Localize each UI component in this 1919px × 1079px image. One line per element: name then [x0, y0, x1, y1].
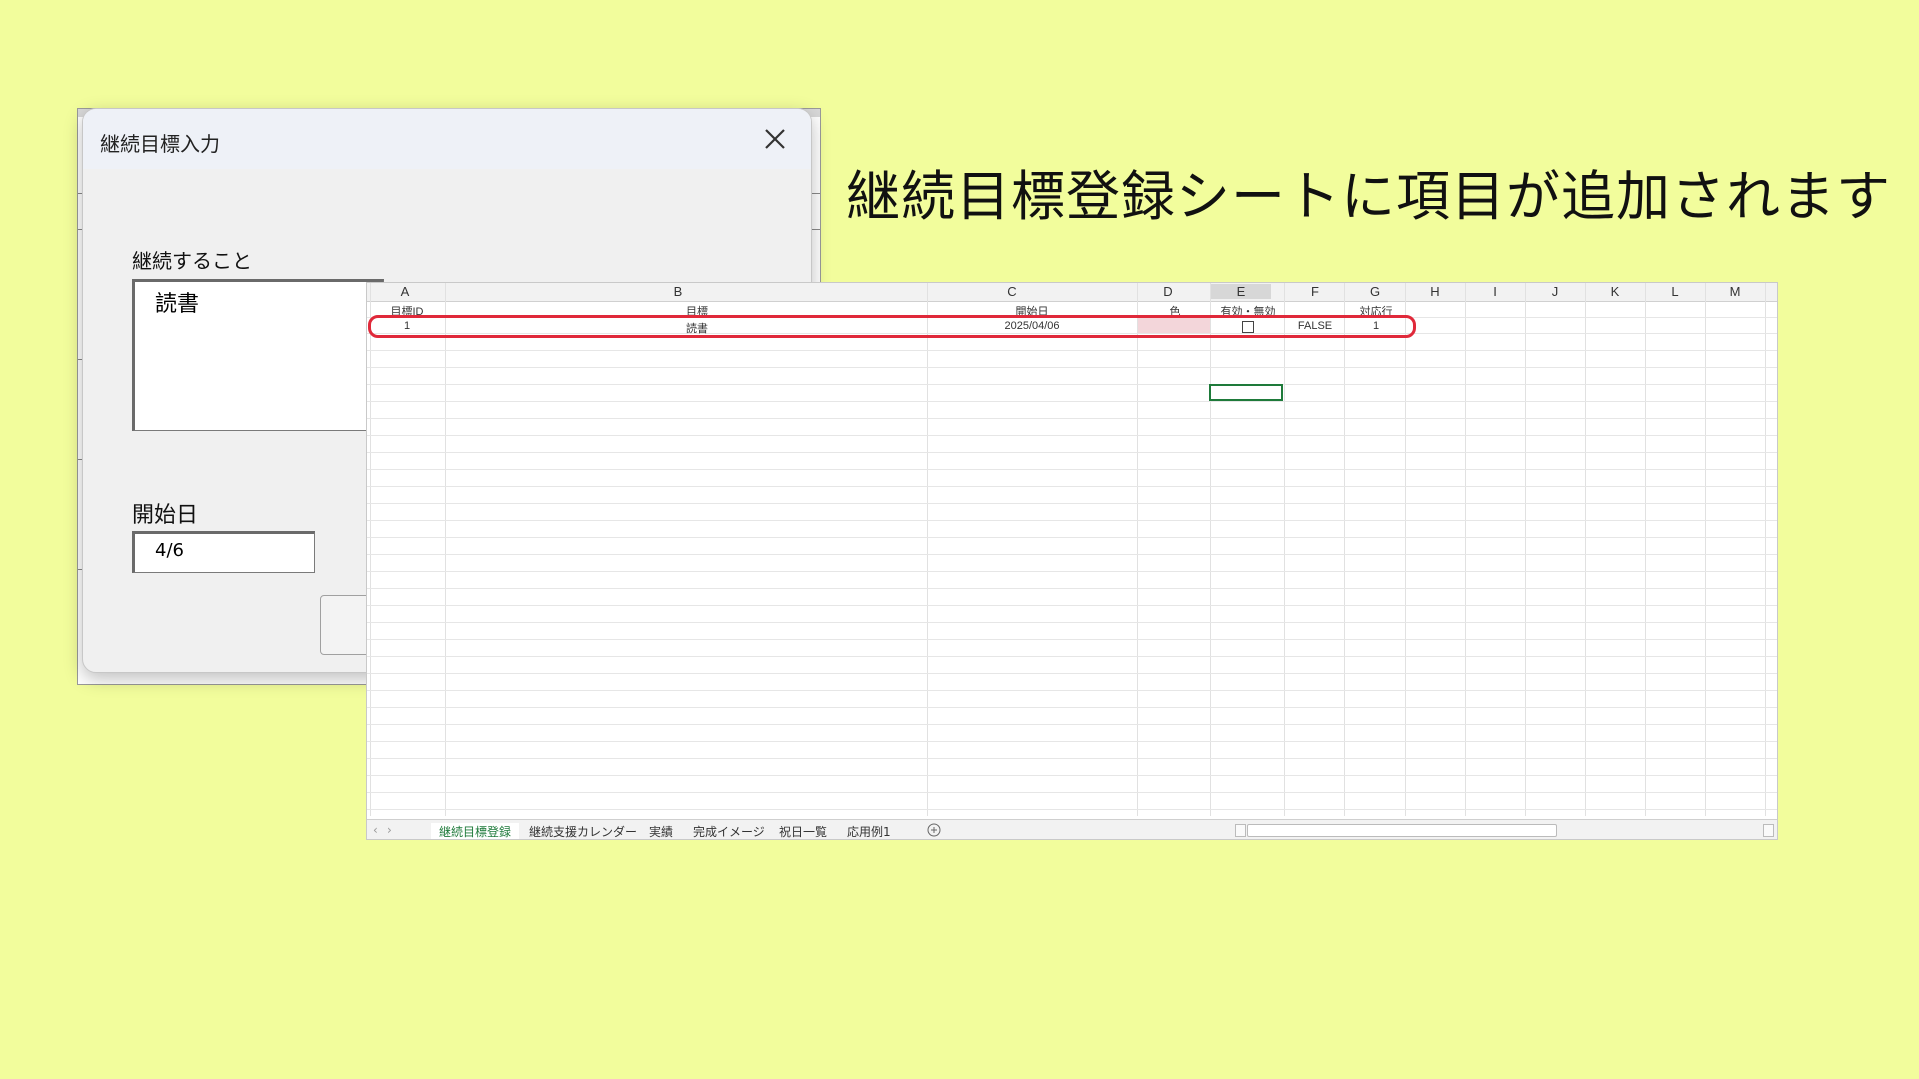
- grid-row-line: [367, 384, 1777, 385]
- spreadsheet-window: A B C D E F G H I J K L M 目標ID 目標 開始日 色 …: [366, 282, 1778, 840]
- hscroll-right-button[interactable]: [1763, 824, 1774, 837]
- goal-label: 継続すること: [132, 249, 252, 273]
- grid-row-line: [367, 401, 1777, 402]
- column-header-m[interactable]: M: [1705, 284, 1765, 299]
- goal-textarea[interactable]: 読書: [132, 279, 384, 431]
- tab-goal-registration[interactable]: 継続目標登録: [431, 823, 520, 839]
- grid-row-line: [367, 571, 1777, 572]
- column-header-i[interactable]: I: [1465, 284, 1525, 299]
- caption-text: 継続目標登録シートに項目が追加されます: [846, 165, 1891, 228]
- scroll-right-icon[interactable]: ›: [387, 823, 392, 837]
- grid-column-line: [1465, 283, 1466, 816]
- grid-row-line: [367, 537, 1777, 538]
- grid-column-line: [1645, 283, 1646, 816]
- tab-holiday-list[interactable]: 祝日一覧: [779, 823, 827, 839]
- tab-example-1[interactable]: 応用例1: [847, 823, 891, 839]
- column-header-j[interactable]: J: [1525, 284, 1585, 299]
- grid-row-line: [367, 452, 1777, 453]
- grid-column-line: [1405, 283, 1406, 816]
- grid-column-line: [445, 283, 446, 816]
- grid-row-line: [367, 622, 1777, 623]
- hscroll-left-button[interactable]: [1235, 824, 1246, 837]
- grid-row-line: [367, 350, 1777, 351]
- horizontal-scrollbar-thumb[interactable]: [1247, 824, 1557, 837]
- highlight-outline: [368, 315, 1416, 338]
- grid-row-line: [367, 554, 1777, 555]
- grid-row-line: [367, 639, 1777, 640]
- sheet-tab-bar: ‹ › 継続目標登録 継続支援カレンダー 実績 完成イメージ 祝日一覧 応用例1: [367, 819, 1777, 839]
- column-header-c[interactable]: C: [927, 284, 1097, 299]
- column-header-bar: A B C D E F G H I J K L M: [367, 283, 1777, 302]
- column-header-a[interactable]: A: [387, 284, 423, 299]
- grid-row-line: [367, 486, 1777, 487]
- grid-row-line: [367, 792, 1777, 793]
- start-date-value: 4/6: [155, 540, 184, 561]
- grid-row-line: [367, 741, 1777, 742]
- column-header-h[interactable]: H: [1405, 284, 1465, 299]
- grid-column-line: [1765, 283, 1766, 816]
- grid-row-line: [367, 707, 1777, 708]
- tab-support-calendar[interactable]: 継続支援カレンダー: [529, 823, 637, 839]
- grid-row-line: [367, 775, 1777, 776]
- grid-column-line: [1525, 283, 1526, 816]
- grid-column-line: [1210, 283, 1211, 816]
- grid-row-line: [367, 418, 1777, 419]
- column-header-d[interactable]: D: [1138, 284, 1198, 299]
- grid-column-line: [927, 283, 928, 816]
- close-button[interactable]: [755, 119, 795, 159]
- grid-column-line: [1137, 283, 1138, 816]
- grid-row-line: [367, 605, 1777, 606]
- grid-column-line: [370, 283, 371, 816]
- tab-results[interactable]: 実績: [649, 823, 673, 839]
- column-header-k[interactable]: K: [1585, 284, 1645, 299]
- grid-column-line: [1585, 283, 1586, 816]
- grid-row-line: [367, 588, 1777, 589]
- goal-value: 読書: [155, 292, 200, 317]
- grid-row-line: [367, 656, 1777, 657]
- grid-row-line: [367, 809, 1777, 810]
- grid-row-line: [367, 758, 1777, 759]
- dialog-title: 継続目標入力: [100, 132, 220, 156]
- grid-row-line: [367, 520, 1777, 521]
- column-header-e[interactable]: E: [1211, 284, 1271, 299]
- column-header-f[interactable]: F: [1285, 284, 1345, 299]
- dialog-titlebar: 継続目標入力: [83, 109, 811, 169]
- selected-cell[interactable]: [1209, 384, 1283, 401]
- close-icon: [765, 129, 785, 149]
- grid-row-line: [367, 469, 1777, 470]
- column-header-l[interactable]: L: [1645, 284, 1705, 299]
- tab-completed-image[interactable]: 完成イメージ: [693, 823, 765, 839]
- grid-row-line: [367, 367, 1777, 368]
- scroll-left-icon[interactable]: ‹: [373, 823, 378, 837]
- grid-row-line: [367, 503, 1777, 504]
- grid-row-line: [367, 724, 1777, 725]
- add-sheet-icon[interactable]: [927, 823, 941, 837]
- grid-row-line: [367, 690, 1777, 691]
- start-date-input[interactable]: 4/6: [132, 531, 315, 573]
- start-date-label: 開始日: [132, 503, 199, 528]
- grid-column-line: [1344, 283, 1345, 816]
- grid-column-line: [1284, 283, 1285, 816]
- grid-column-line: [1705, 283, 1706, 816]
- column-header-g[interactable]: G: [1345, 284, 1405, 299]
- column-header-b[interactable]: B: [443, 284, 913, 299]
- grid-row-line: [367, 435, 1777, 436]
- grid-row-line: [367, 673, 1777, 674]
